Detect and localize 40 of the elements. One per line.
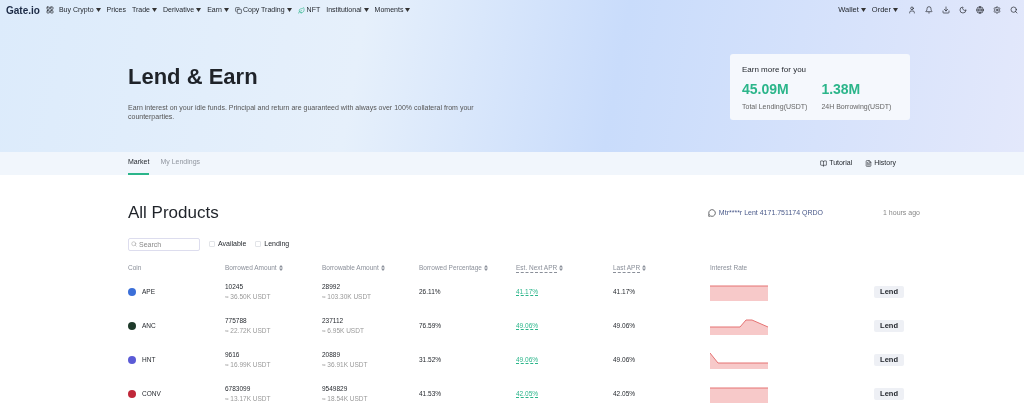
copy-icon bbox=[234, 6, 242, 14]
search-icon bbox=[131, 241, 137, 247]
caret-icon bbox=[95, 8, 101, 12]
sort-icon[interactable] bbox=[380, 265, 385, 271]
checkbox[interactable] bbox=[209, 241, 215, 247]
sparkline bbox=[710, 385, 768, 403]
document-icon bbox=[865, 160, 873, 167]
stat-value: 1.38M bbox=[821, 80, 861, 99]
sort-icon[interactable] bbox=[483, 265, 488, 271]
stat-value: 45.09M bbox=[742, 80, 789, 99]
search-icon[interactable] bbox=[1010, 6, 1018, 14]
sort-icon[interactable] bbox=[278, 265, 283, 271]
user-icon[interactable] bbox=[908, 6, 916, 14]
message-icon bbox=[707, 209, 716, 217]
sort-icon[interactable] bbox=[559, 265, 564, 271]
globe-icon[interactable] bbox=[976, 6, 984, 14]
section-title: All Products bbox=[128, 202, 219, 225]
caret-icon bbox=[196, 8, 202, 12]
settings-icon[interactable] bbox=[993, 6, 1001, 14]
caret-icon bbox=[893, 8, 898, 12]
caret-icon bbox=[223, 8, 229, 12]
sparkline bbox=[710, 283, 768, 301]
caret-icon bbox=[363, 8, 369, 12]
sparkline bbox=[710, 351, 768, 369]
bell-icon[interactable] bbox=[925, 6, 933, 14]
caret-icon bbox=[286, 8, 292, 12]
card-title: Earn more for you bbox=[742, 64, 807, 76]
caret-icon bbox=[860, 8, 866, 12]
caret-icon bbox=[152, 8, 157, 12]
page-title: Lend & Earn bbox=[128, 63, 258, 91]
moon-icon[interactable] bbox=[959, 6, 967, 14]
apps-icon[interactable] bbox=[45, 6, 54, 14]
book-icon bbox=[820, 160, 828, 167]
caret-icon bbox=[405, 8, 411, 12]
leaf-icon bbox=[297, 6, 305, 14]
sort-icon[interactable] bbox=[642, 265, 647, 271]
checkbox[interactable] bbox=[255, 241, 262, 247]
download-icon[interactable] bbox=[942, 6, 950, 14]
logo[interactable]: Gate.io bbox=[6, 2, 40, 18]
sparkline bbox=[710, 317, 768, 335]
